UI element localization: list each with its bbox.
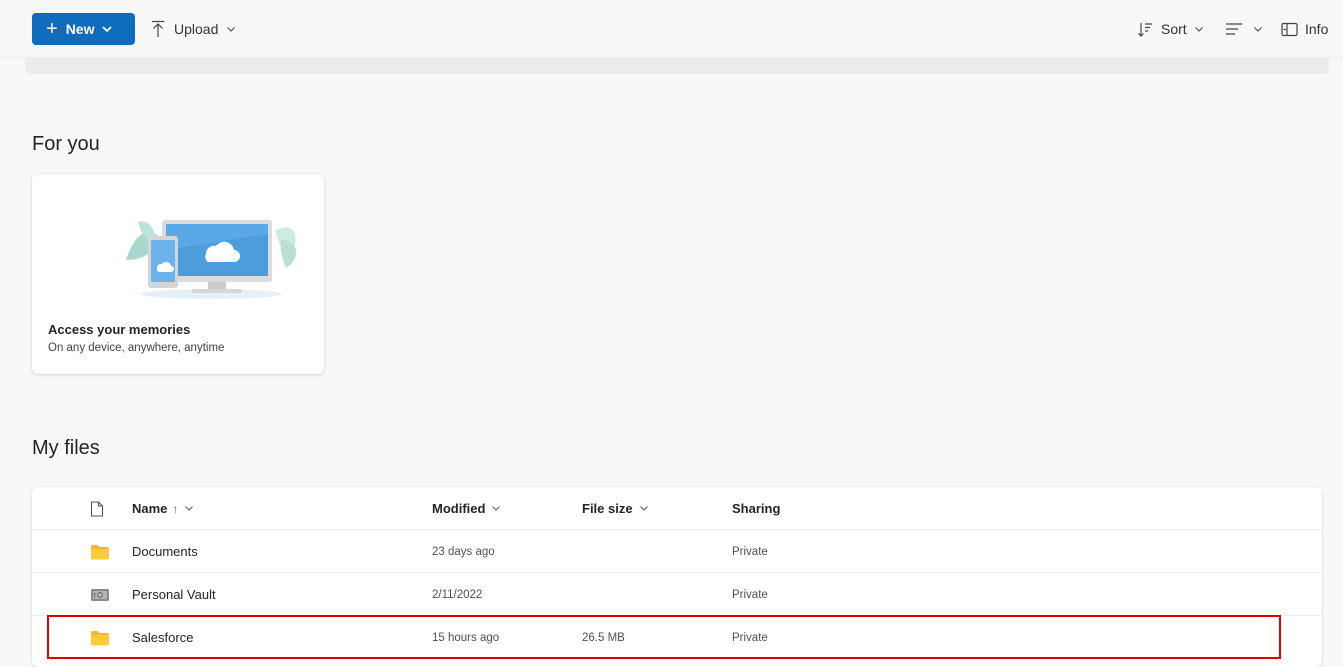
info-label: Info bbox=[1305, 21, 1329, 37]
column-header-name-label: Name bbox=[132, 501, 168, 516]
chevron-down-icon bbox=[1194, 24, 1204, 34]
table-row[interactable]: Salesforce 15 hours ago 26.5 MB Private bbox=[32, 616, 1322, 659]
file-modified: 15 hours ago bbox=[432, 631, 500, 644]
file-list-header: Name ↑ Modified File size Sharing bbox=[32, 487, 1322, 530]
file-modified: 2/11/2022 bbox=[432, 588, 483, 601]
vault-icon bbox=[90, 573, 114, 616]
folder-icon bbox=[90, 616, 114, 659]
column-header-file-size-label: File size bbox=[582, 501, 633, 516]
sort-button[interactable]: Sort bbox=[1137, 13, 1204, 45]
folder-icon bbox=[90, 530, 114, 573]
list-view-icon bbox=[1225, 21, 1243, 37]
column-header-modified-label: Modified bbox=[432, 501, 486, 516]
chevron-down-icon bbox=[102, 21, 112, 37]
info-button[interactable]: Info bbox=[1281, 13, 1328, 45]
sort-ascending-icon: ↑ bbox=[172, 501, 179, 516]
column-header-sharing-label: Sharing bbox=[732, 501, 781, 516]
chevron-down-icon bbox=[639, 501, 649, 516]
my-files-heading: My files bbox=[32, 437, 100, 459]
sort-label: Sort bbox=[1161, 21, 1187, 37]
new-button[interactable]: + New bbox=[32, 13, 135, 45]
devices-illustration bbox=[116, 210, 306, 307]
banner-strip bbox=[25, 58, 1329, 74]
column-header-sharing[interactable]: Sharing bbox=[732, 487, 780, 530]
file-size: 26.5 MB bbox=[582, 631, 625, 644]
file-list: Name ↑ Modified File size Sharing Docume… bbox=[32, 487, 1322, 667]
file-modified: 23 days ago bbox=[432, 545, 495, 558]
file-sharing: Private bbox=[732, 631, 768, 644]
view-options-button[interactable] bbox=[1225, 13, 1263, 45]
scrollbar-track[interactable] bbox=[1329, 58, 1343, 660]
upload-icon bbox=[150, 20, 166, 38]
column-header-file-size[interactable]: File size bbox=[582, 487, 649, 530]
chevron-down-icon bbox=[226, 24, 236, 34]
file-type-column-icon[interactable] bbox=[90, 487, 114, 530]
chevron-down-icon bbox=[1253, 24, 1263, 34]
file-name[interactable]: Documents bbox=[132, 530, 198, 573]
table-row[interactable]: Documents 23 days ago Private bbox=[32, 530, 1322, 573]
sort-icon bbox=[1137, 21, 1154, 38]
memories-card[interactable]: Access your memories On any device, anyw… bbox=[32, 174, 324, 374]
card-title: Access your memories bbox=[48, 322, 191, 337]
file-name[interactable]: Salesforce bbox=[132, 616, 193, 659]
table-row[interactable]: Personal Vault 2/11/2022 Private bbox=[32, 573, 1322, 616]
new-button-label: New bbox=[65, 21, 95, 37]
chevron-down-icon bbox=[491, 501, 501, 516]
command-bar: + New Upload Sort Info bbox=[0, 0, 1343, 58]
file-sharing: Private bbox=[732, 588, 768, 601]
upload-button[interactable]: Upload bbox=[150, 13, 236, 45]
for-you-heading: For you bbox=[32, 133, 100, 155]
plus-icon: + bbox=[46, 18, 58, 40]
file-sharing: Private bbox=[732, 545, 768, 558]
info-pane-icon bbox=[1281, 22, 1298, 37]
column-header-modified[interactable]: Modified bbox=[432, 487, 501, 530]
card-subtitle: On any device, anywhere, anytime bbox=[48, 342, 225, 354]
chevron-down-icon bbox=[184, 501, 194, 516]
upload-label: Upload bbox=[174, 21, 219, 37]
column-header-name[interactable]: Name ↑ bbox=[132, 487, 194, 530]
file-name[interactable]: Personal Vault bbox=[132, 573, 216, 616]
